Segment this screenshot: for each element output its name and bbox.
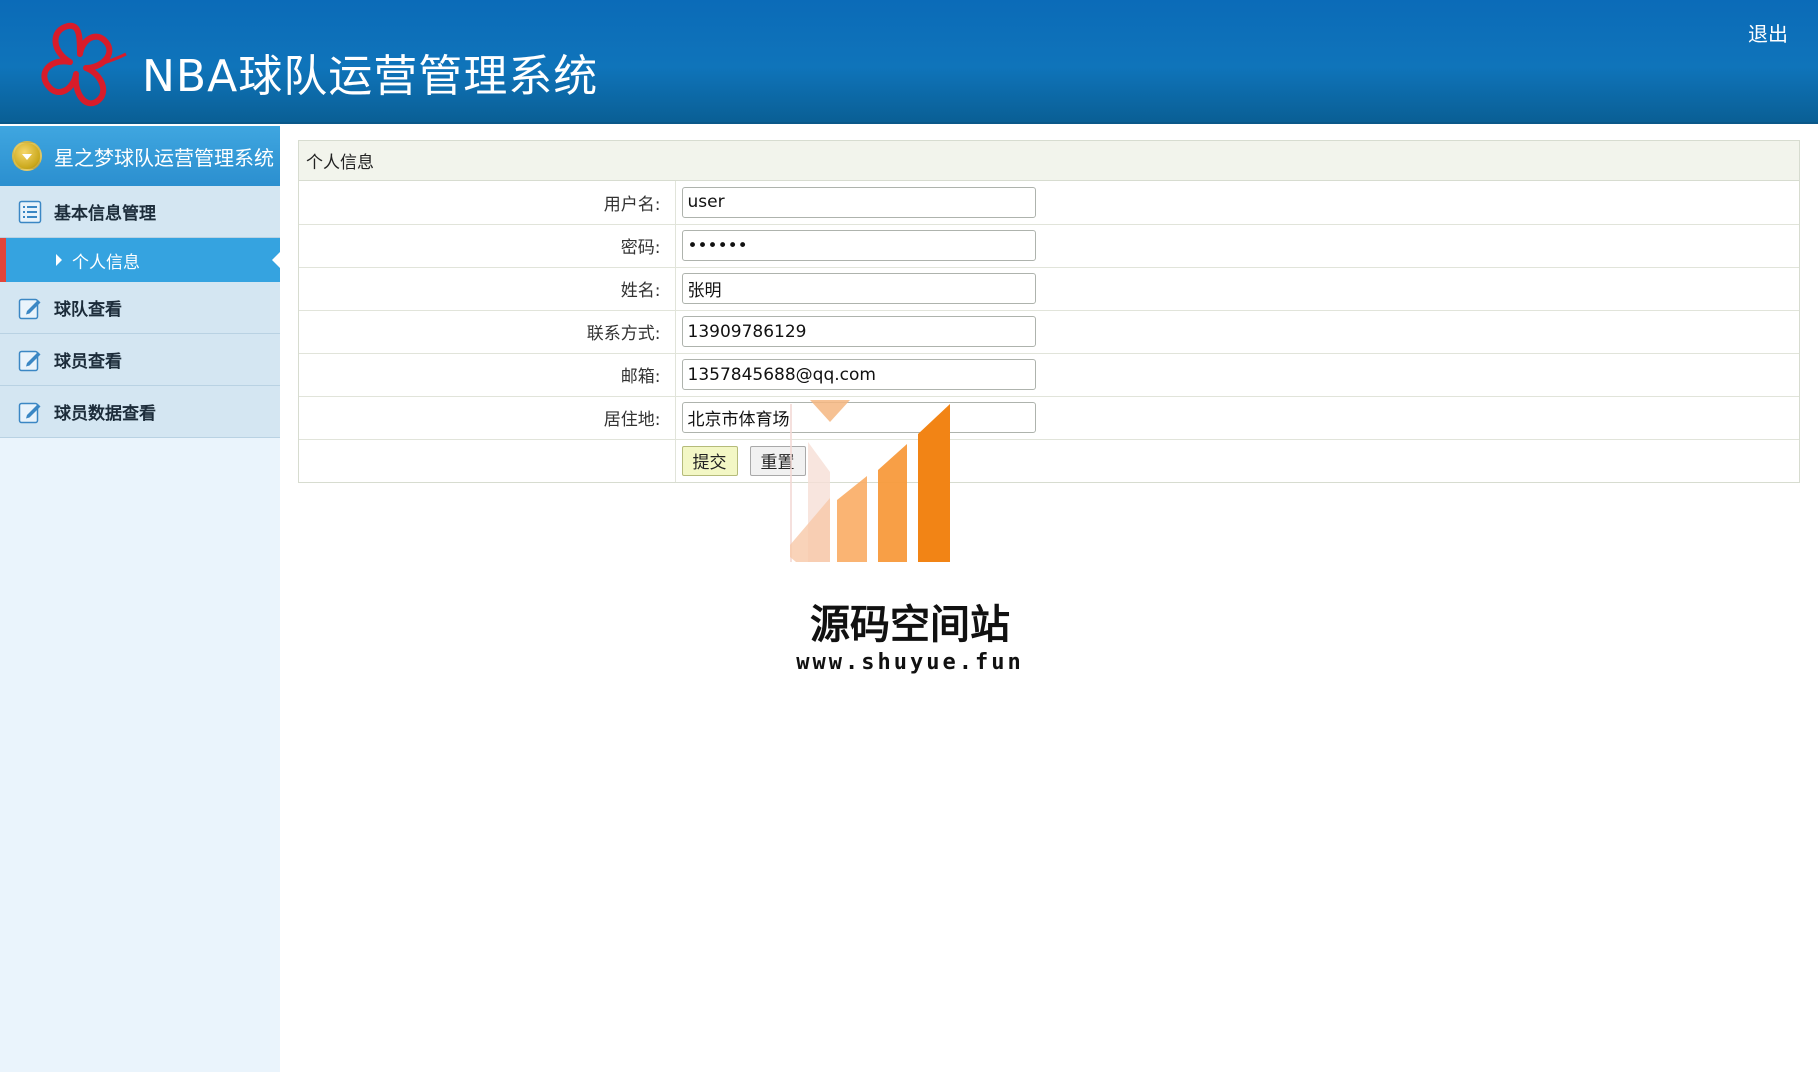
phone-label: 联系方式: [299, 309, 676, 353]
form-row: 联系方式: [299, 309, 1799, 353]
sidebar-group-team-view[interactable]: 球队查看 [0, 282, 280, 334]
app-header: NBA球队运营管理系统 退出 [0, 0, 1818, 124]
edit-icon [18, 350, 41, 371]
sidebar-header[interactable]: 星之梦球队运营管理系统 [0, 126, 280, 186]
watermark-title: 源码空间站 [810, 602, 1010, 648]
app-title: NBA球队运营管理系统 [142, 51, 599, 102]
form-actions-row: 提交 重置 [299, 438, 1799, 482]
collapse-toggle-icon[interactable] [12, 141, 42, 171]
sidebar-group-label: 基本信息管理 [54, 204, 156, 224]
personal-info-form: 用户名: 密码: 姓名: 联系方式: 邮箱: 居住地: [299, 181, 1799, 482]
sidebar-group-label: 球队查看 [54, 300, 122, 320]
watermark-bar-3 [837, 476, 867, 562]
sidebar-group-label: 球员数据查看 [54, 404, 156, 424]
email-label: 邮箱: [299, 352, 676, 396]
form-row: 邮箱: [299, 352, 1799, 396]
name-field[interactable] [681, 273, 1036, 304]
edit-icon [18, 402, 41, 423]
form-row: 姓名: [299, 266, 1799, 310]
sidebar-group-player-view[interactable]: 球员查看 [0, 334, 280, 386]
watermark-diagonal [790, 498, 830, 562]
caret-right-icon [56, 254, 62, 266]
logout-link[interactable]: 退出 [1748, 18, 1788, 47]
email-field[interactable] [681, 359, 1036, 390]
reset-button[interactable]: 重置 [749, 445, 806, 476]
logo-icon [41, 22, 127, 107]
sidebar-group-basic-info[interactable]: 基本信息管理 [0, 186, 280, 238]
address-field[interactable] [681, 402, 1036, 433]
submit-button[interactable]: 提交 [681, 445, 738, 476]
main-content: 个人信息 用户名: 密码: 姓名: 联系方式: 邮箱: [298, 140, 1800, 483]
form-row: 用户名: [299, 181, 1799, 224]
personal-info-panel: 个人信息 用户名: 密码: 姓名: 联系方式: 邮箱: [298, 140, 1800, 483]
list-icon [18, 200, 42, 223]
sidebar-item-personal-info[interactable]: 个人信息 [0, 238, 280, 282]
sidebar-item-label: 个人信息 [72, 252, 140, 273]
password-label: 密码: [299, 223, 676, 267]
password-field[interactable] [681, 230, 1036, 261]
sidebar: 星之梦球队运营管理系统 基本信息管理 个人信息 球队查看 球员查看 球员数据查看 [0, 126, 280, 1072]
edit-icon [18, 298, 41, 319]
sidebar-group-player-stats[interactable]: 球员数据查看 [0, 386, 280, 438]
actions-spacer [299, 438, 676, 482]
username-field[interactable] [681, 186, 1036, 218]
form-row: 居住地: [299, 395, 1799, 439]
panel-title: 个人信息 [299, 141, 1799, 181]
watermark-url: www.shuyue.fun [796, 650, 1024, 675]
form-row: 密码: [299, 223, 1799, 267]
phone-field[interactable] [681, 316, 1036, 347]
sidebar-header-label: 星之梦球队运营管理系统 [54, 145, 274, 170]
username-label: 用户名: [299, 181, 676, 224]
name-label: 姓名: [299, 266, 676, 310]
active-indicator [272, 252, 280, 268]
sidebar-group-label: 球员查看 [54, 352, 122, 372]
address-label: 居住地: [299, 395, 676, 439]
